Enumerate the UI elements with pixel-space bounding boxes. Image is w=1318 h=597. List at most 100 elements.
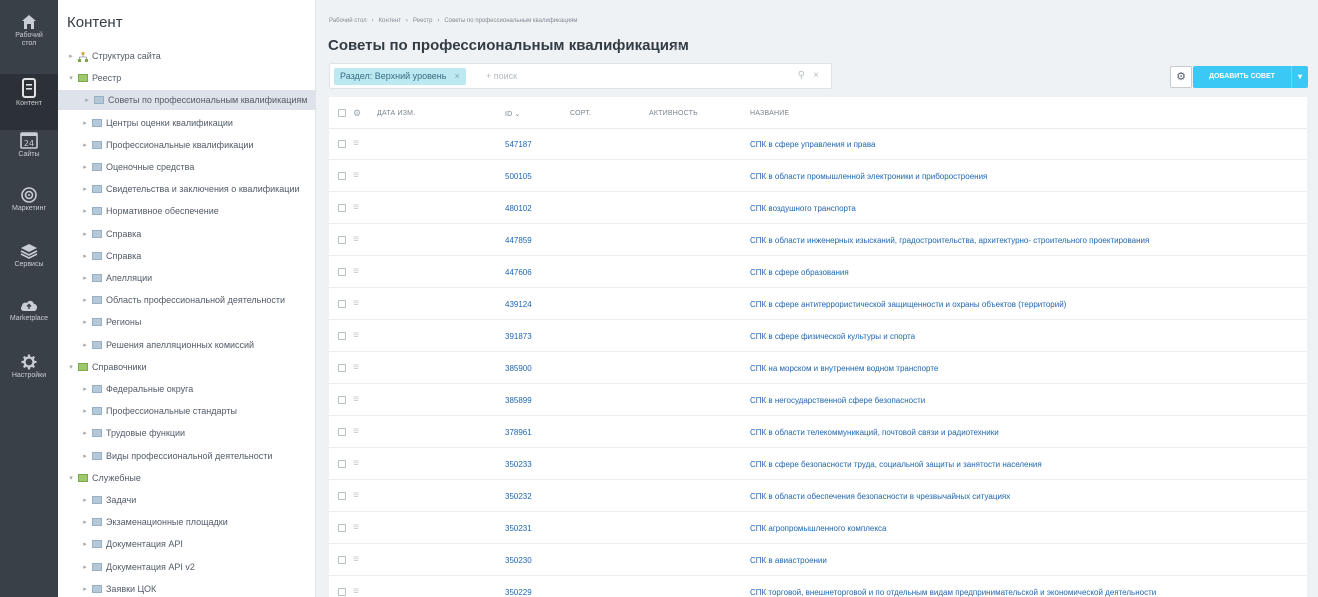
table-row[interactable]: ≡ 439124 СПК в сфере антитеррористической … — [329, 289, 1307, 320]
row-checkbox[interactable] — [338, 332, 346, 340]
table-row[interactable]: ≡ 350233 СПК в сфере безопасности труда, с… — [329, 449, 1307, 480]
tree-node[interactable]: ▸ Заявки ЦОК — [80, 579, 156, 597]
column-header-id[interactable]: ID ⌄ — [505, 110, 521, 118]
row-checkbox[interactable] — [338, 396, 346, 404]
expand-right-icon[interactable]: ▸ — [80, 518, 90, 526]
row-id[interactable]: 547187 — [505, 140, 532, 149]
row-id[interactable]: 391873 — [505, 332, 532, 341]
table-row[interactable]: ≡ 447859 СПК в области инженерных изыскани… — [329, 225, 1307, 256]
tree-node[interactable]: ▸ Нормативное обеспечение — [80, 201, 219, 221]
row-id[interactable]: 500105 — [505, 172, 532, 181]
nav-item-content[interactable]: Контент — [0, 74, 58, 130]
tree-node[interactable]: ▾ Служебные — [66, 468, 141, 488]
tree-node[interactable]: ▸ Документация API v2 — [80, 557, 195, 577]
nav-item-marketplace[interactable]: Marketplace — [0, 297, 58, 323]
row-checkbox[interactable] — [338, 268, 346, 276]
nav-item-sites[interactable]: 24 Сайты — [0, 131, 58, 159]
expand-right-icon[interactable]: ▸ — [80, 207, 90, 215]
row-menu-icon[interactable]: ≡ — [353, 139, 359, 149]
nav-item-settings[interactable]: Настройки — [0, 354, 58, 380]
chip-close-icon[interactable]: × — [454, 71, 459, 81]
row-menu-icon[interactable]: ≡ — [353, 363, 359, 373]
tree-node[interactable]: ▸ Центры оценки квалификации — [80, 113, 233, 133]
tree-node[interactable]: ▸ Документация API — [80, 534, 183, 554]
tree-node[interactable]: ▸ Регионы — [80, 312, 141, 332]
tree-node[interactable]: ▸ Свидетельства и заключения о квалификац… — [80, 179, 299, 199]
table-row[interactable]: ≡ 350231 СПК агропромышленного комплекса — [329, 513, 1307, 544]
table-row[interactable]: ≡ 480102 СПК воздушного транспорта — [329, 193, 1307, 224]
row-id[interactable]: 350229 — [505, 588, 532, 597]
table-row[interactable]: ≡ 385899 СПК в негосударственной сфере без… — [329, 385, 1307, 416]
tree-node[interactable]: ▸ Задачи — [80, 490, 136, 510]
search-icon[interactable]: ⚲ — [798, 70, 805, 81]
row-menu-icon[interactable]: ≡ — [353, 459, 359, 469]
row-id[interactable]: 480102 — [505, 204, 532, 213]
row-checkbox[interactable] — [338, 460, 346, 468]
row-checkbox[interactable] — [338, 236, 346, 244]
expand-down-icon[interactable]: ▾ — [66, 74, 76, 82]
row-name-link[interactable]: СПК на морском и внутреннем водном транс… — [750, 364, 938, 373]
row-id[interactable]: 447606 — [505, 268, 532, 277]
row-name-link[interactable]: СПК в сфере антитеррористической защищен… — [750, 300, 1066, 309]
expand-right-icon[interactable]: ▸ — [80, 341, 90, 349]
row-checkbox[interactable] — [338, 524, 346, 532]
row-name-link[interactable]: СПК в сфере образования — [750, 268, 849, 277]
expand-right-icon[interactable]: ▸ — [80, 296, 90, 304]
clear-icon[interactable]: × — [813, 70, 819, 81]
row-name-link[interactable]: СПК в области промышленной электроники и… — [750, 172, 987, 181]
row-menu-icon[interactable]: ≡ — [353, 235, 359, 245]
row-name-link[interactable]: СПК в авиастроении — [750, 556, 827, 565]
row-menu-icon[interactable]: ≡ — [353, 299, 359, 309]
column-header-sort[interactable]: СОРТ. — [570, 110, 591, 117]
row-name-link[interactable]: СПК в области обеспечения безопасности в… — [750, 492, 1010, 501]
breadcrumb-item[interactable]: Рабочий стол — [329, 18, 367, 24]
row-menu-icon[interactable]: ≡ — [353, 331, 359, 341]
row-name-link[interactable]: СПК в сфере физической культуры и спорта — [750, 332, 915, 341]
row-menu-icon[interactable]: ≡ — [353, 395, 359, 405]
tree-node[interactable]: ▾ Справочники — [66, 357, 146, 377]
row-id[interactable]: 350233 — [505, 460, 532, 469]
breadcrumb-item[interactable]: Контент — [379, 18, 401, 24]
row-checkbox[interactable] — [338, 300, 346, 308]
select-all-checkbox[interactable] — [338, 109, 346, 117]
expand-right-icon[interactable]: ▸ — [80, 274, 90, 282]
tree-node[interactable]: ▸ Апелляции — [80, 268, 152, 288]
row-id[interactable]: 350232 — [505, 492, 532, 501]
row-id[interactable]: 350231 — [505, 524, 532, 533]
row-name-link[interactable]: СПК в сфере безопасности труда, социальн… — [750, 460, 1042, 469]
add-council-button[interactable]: ДОБАВИТЬ СОВЕТ ▾ — [1193, 66, 1308, 88]
table-row[interactable]: ≡ 378961 СПК в области телекоммуникаций, п… — [329, 417, 1307, 448]
tree-node[interactable]: ▸ Справка — [80, 246, 141, 266]
expand-right-icon[interactable]: ▸ — [80, 163, 90, 171]
row-menu-icon[interactable]: ≡ — [353, 523, 359, 533]
expand-right-icon[interactable]: ▸ — [80, 585, 90, 593]
column-header-date[interactable]: ДАТА ИЗМ. — [377, 110, 415, 117]
row-name-link[interactable]: СПК в негосударственной сфере безопаснос… — [750, 396, 925, 405]
row-menu-icon[interactable]: ≡ — [353, 203, 359, 213]
expand-right-icon[interactable]: ▸ — [80, 119, 90, 127]
column-header-name[interactable]: НАЗВАНИЕ — [750, 110, 789, 117]
column-settings-icon[interactable]: ⚙ — [353, 108, 361, 119]
row-checkbox[interactable] — [338, 204, 346, 212]
favorite-star-icon[interactable]: ☆ — [672, 39, 684, 55]
expand-right-icon[interactable]: ▸ — [80, 385, 90, 393]
row-checkbox[interactable] — [338, 428, 346, 436]
row-id[interactable]: 447859 — [505, 236, 532, 245]
row-id[interactable]: 378961 — [505, 428, 532, 437]
table-row[interactable]: ≡ 385900 СПК на морском и внутреннем водно… — [329, 353, 1307, 384]
row-id[interactable]: 439124 — [505, 300, 532, 309]
row-menu-icon[interactable]: ≡ — [353, 491, 359, 501]
tree-node[interactable]: ▸ Экзаменационные площадки — [80, 512, 228, 532]
expand-right-icon[interactable]: ▸ — [80, 318, 90, 326]
tree-node[interactable]: ▸ Область профессиональной деятельности — [80, 290, 285, 310]
table-row[interactable]: ≡ 350232 СПК в области обеспечения безопас… — [329, 481, 1307, 512]
tree-node[interactable]: ▸ Справка — [80, 224, 141, 244]
row-name-link[interactable]: СПК в области инженерных изысканий, град… — [750, 236, 1149, 245]
tree-node[interactable]: ▸ Профессиональные квалификации — [80, 135, 253, 155]
row-menu-icon[interactable]: ≡ — [353, 587, 359, 597]
row-id[interactable]: 350230 — [505, 556, 532, 565]
expand-right-icon[interactable]: ▸ — [80, 141, 90, 149]
tree-node[interactable]: ▸ Советы по профессиональным квалификация… — [58, 90, 316, 111]
row-menu-icon[interactable]: ≡ — [353, 267, 359, 277]
row-checkbox[interactable] — [338, 588, 346, 596]
